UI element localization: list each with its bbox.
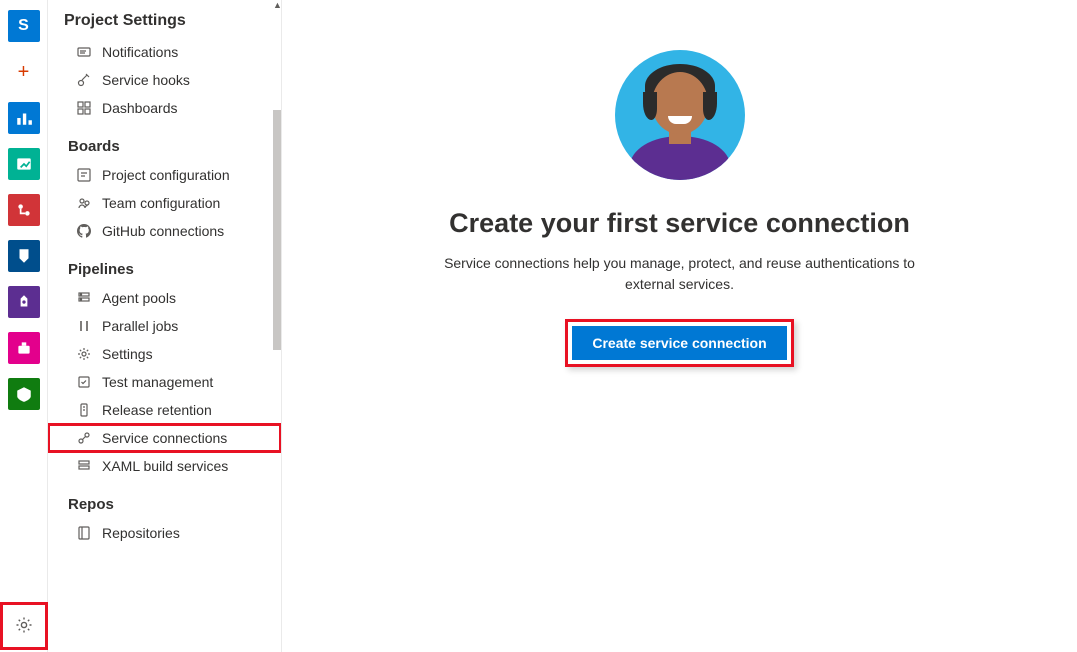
settings-panel[interactable]: ▲ Project Settings Notifications Service…: [48, 0, 282, 652]
nav-item-dashboards[interactable]: Dashboards: [48, 94, 281, 122]
dashboards-icon: [76, 100, 92, 116]
project-icon-6[interactable]: [8, 332, 40, 364]
section-header-boards: Boards: [48, 122, 281, 161]
settings-icon: [76, 346, 92, 362]
panel-title: Project Settings: [48, 0, 281, 38]
add-project-icon[interactable]: +: [8, 56, 40, 88]
nav-item-notifications[interactable]: Notifications: [48, 38, 281, 66]
service-hooks-icon: [76, 72, 92, 88]
hero-avatar-icon: [615, 50, 745, 180]
nav-item-label: Parallel jobs: [102, 318, 178, 334]
nav-item-label: Settings: [102, 346, 153, 362]
org-logo-icon[interactable]: S: [8, 10, 40, 42]
scroll-up-arrow-icon[interactable]: ▲: [273, 0, 281, 10]
nav-item-team-configuration[interactable]: Team configuration: [48, 189, 281, 217]
nav-item-test-management[interactable]: Test management: [48, 368, 281, 396]
nav-item-release-retention[interactable]: Release retention: [48, 396, 281, 424]
test-management-icon: [76, 374, 92, 390]
nav-item-label: Project configuration: [102, 167, 230, 183]
service-connections-icon: [76, 430, 92, 446]
nav-item-label: Repositories: [102, 525, 180, 541]
nav-item-service-hooks[interactable]: Service hooks: [48, 66, 281, 94]
nav-item-label: Team configuration: [102, 195, 220, 211]
project-icon-1[interactable]: [8, 102, 40, 134]
nav-item-parallel-jobs[interactable]: Parallel jobs: [48, 312, 281, 340]
project-icon-7[interactable]: [8, 378, 40, 410]
repositories-icon: [76, 525, 92, 541]
project-settings-gear-icon[interactable]: [14, 615, 34, 638]
nav-item-label: Dashboards: [102, 100, 178, 116]
hero-subtitle: Service connections help you manage, pro…: [420, 253, 940, 295]
nav-item-label: XAML build services: [102, 458, 228, 474]
cta-highlight-box: Create service connection: [565, 319, 793, 367]
org-logo-letter: S: [18, 17, 29, 35]
project-icon-3[interactable]: [8, 194, 40, 226]
nav-item-project-configuration[interactable]: Project configuration: [48, 161, 281, 189]
nav-item-label: GitHub connections: [102, 223, 224, 239]
nav-item-github-connections[interactable]: GitHub connections: [48, 217, 281, 245]
nav-item-label: Service connections: [102, 430, 227, 446]
parallel-jobs-icon: [76, 318, 92, 334]
nav-item-service-connections[interactable]: Service connections: [48, 424, 281, 452]
main-content: Create your first service connection Ser…: [282, 0, 1077, 652]
nav-item-label: Service hooks: [102, 72, 190, 88]
project-icon-5[interactable]: [8, 286, 40, 318]
project-config-icon: [76, 167, 92, 183]
notifications-icon: [76, 44, 92, 60]
agent-pools-icon: [76, 290, 92, 306]
xaml-build-icon: [76, 458, 92, 474]
nav-item-label: Test management: [102, 374, 213, 390]
nav-item-xaml-build-services[interactable]: XAML build services: [48, 452, 281, 480]
nav-item-agent-pools[interactable]: Agent pools: [48, 284, 281, 312]
section-header-pipelines: Pipelines: [48, 245, 281, 284]
left-icon-rail: S +: [0, 0, 48, 652]
nav-item-label: Agent pools: [102, 290, 176, 306]
nav-item-label: Notifications: [102, 44, 178, 60]
github-icon: [76, 223, 92, 239]
release-retention-icon: [76, 402, 92, 418]
nav-item-settings[interactable]: Settings: [48, 340, 281, 368]
project-icon-4[interactable]: [8, 240, 40, 272]
hero-title: Create your first service connection: [449, 208, 910, 239]
nav-item-label: Release retention: [102, 402, 212, 418]
team-config-icon: [76, 195, 92, 211]
create-service-connection-button[interactable]: Create service connection: [572, 326, 786, 360]
nav-item-repositories[interactable]: Repositories: [48, 519, 281, 547]
project-settings-gear-highlight: [0, 602, 48, 650]
section-header-repos: Repos: [48, 480, 281, 519]
project-icon-2[interactable]: [8, 148, 40, 180]
